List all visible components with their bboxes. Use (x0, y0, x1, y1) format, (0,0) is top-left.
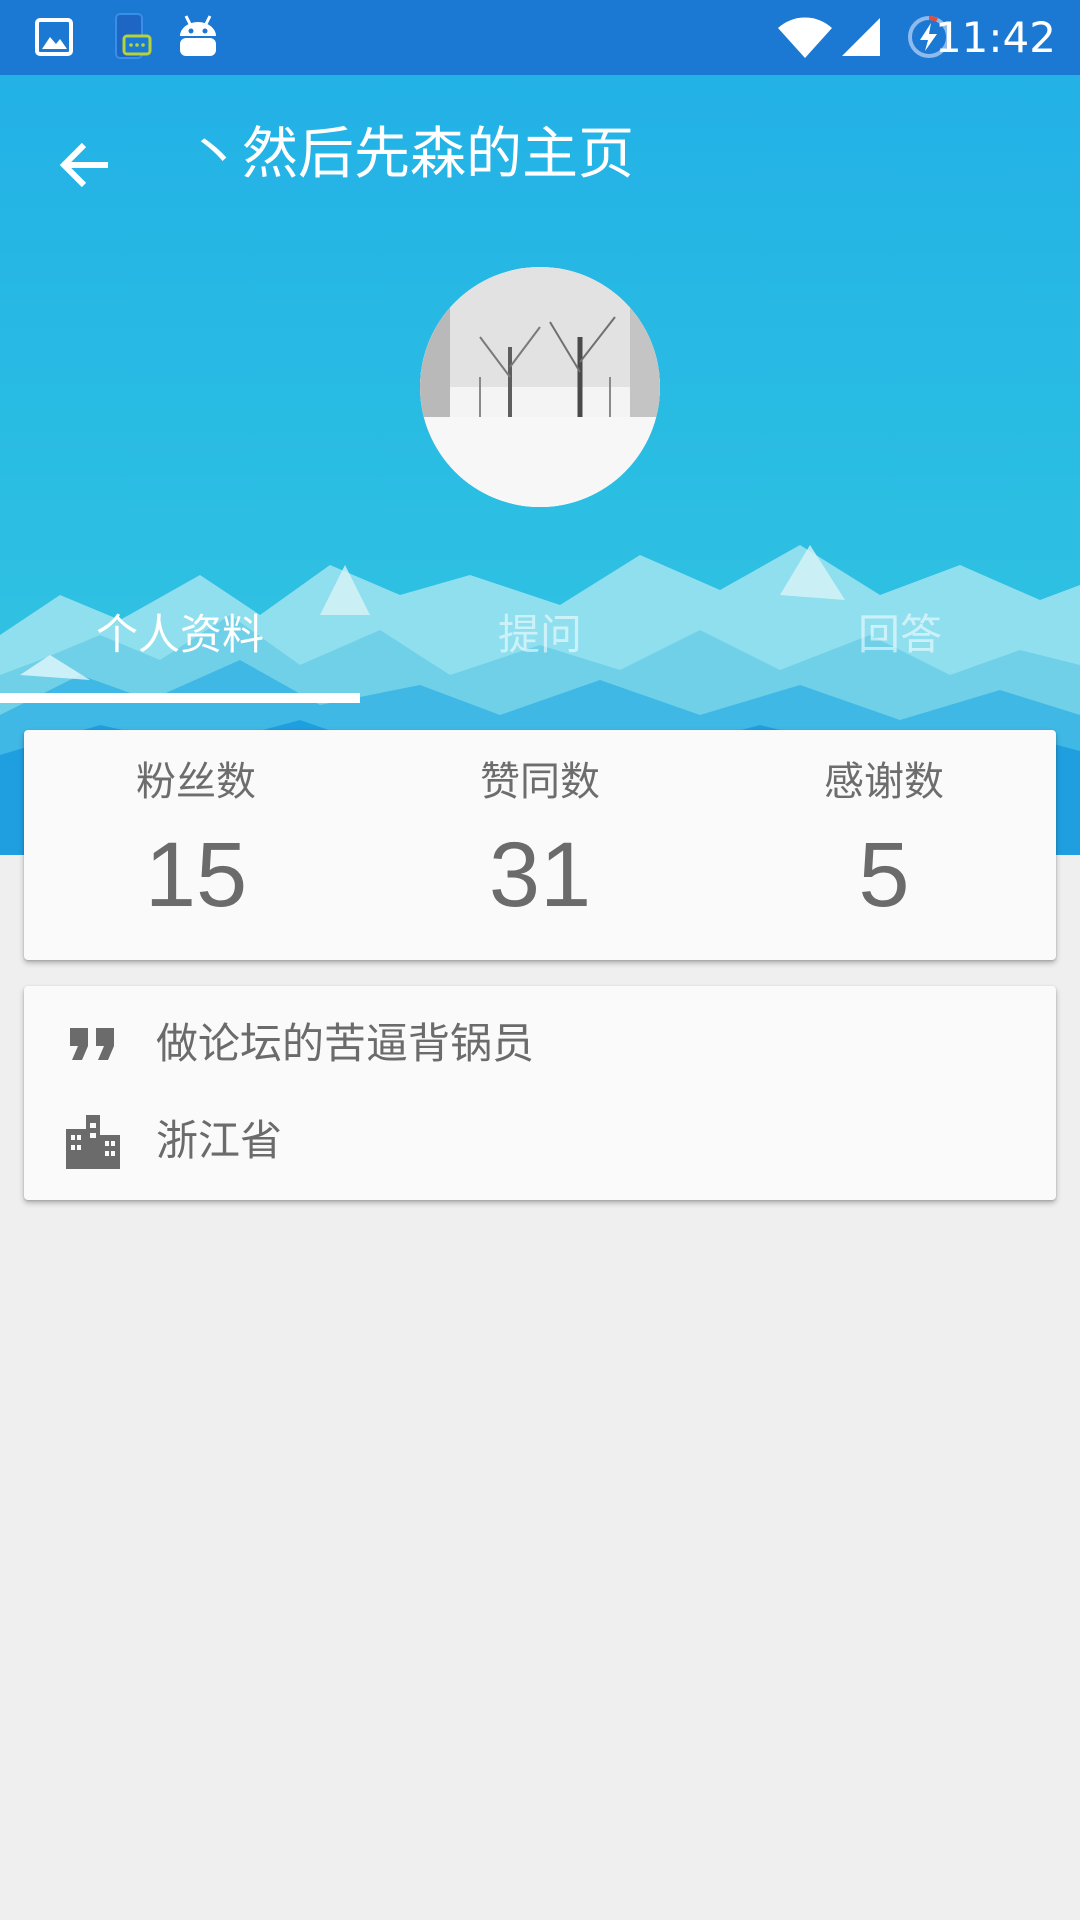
info-card: 做论坛的苦逼背锅员 浙江省 (24, 986, 1056, 1200)
wifi-icon (778, 17, 832, 58)
image-icon (35, 18, 73, 56)
location-text: 浙江省 (156, 1116, 283, 1165)
stat-followers[interactable]: 粉丝数 15 (24, 730, 368, 960)
arrow-left-icon (59, 142, 108, 188)
stats-card: 粉丝数 15 赞同数 31 感谢数 5 (24, 730, 1056, 960)
android-icon (180, 15, 216, 56)
stat-value: 31 (488, 824, 592, 926)
page-title: 丶然后先森的主页 (186, 122, 634, 187)
avatar-image (420, 267, 660, 507)
stat-upvotes[interactable]: 赞同数 31 (368, 730, 712, 960)
bio-text: 做论坛的苦逼背锅员 (156, 1019, 535, 1068)
bio-row: 做论坛的苦逼背锅员 (24, 999, 1056, 1089)
stat-value: 15 (144, 824, 248, 926)
tab-answers[interactable]: 回答 (720, 585, 1080, 685)
location-row: 浙江省 (24, 1096, 1056, 1186)
stat-label: 赞同数 (480, 759, 600, 805)
tab-indicator (0, 693, 360, 703)
stat-label: 粉丝数 (136, 759, 256, 805)
back-button[interactable] (46, 125, 126, 205)
quote-icon (70, 1028, 114, 1060)
tab-questions[interactable]: 提问 (360, 585, 720, 685)
chat-notification-icon (115, 13, 152, 59)
stat-value: 5 (858, 824, 910, 926)
status-time: 11:42 (934, 13, 1056, 62)
stat-thanks[interactable]: 感谢数 5 (712, 730, 1056, 960)
status-bar: 11:42 (0, 0, 1080, 75)
city-icon (66, 1115, 120, 1169)
stat-label: 感谢数 (824, 759, 944, 805)
tab-profile[interactable]: 个人资料 (0, 585, 360, 685)
profile-avatar[interactable] (420, 267, 660, 507)
cell-signal-icon (842, 18, 880, 56)
